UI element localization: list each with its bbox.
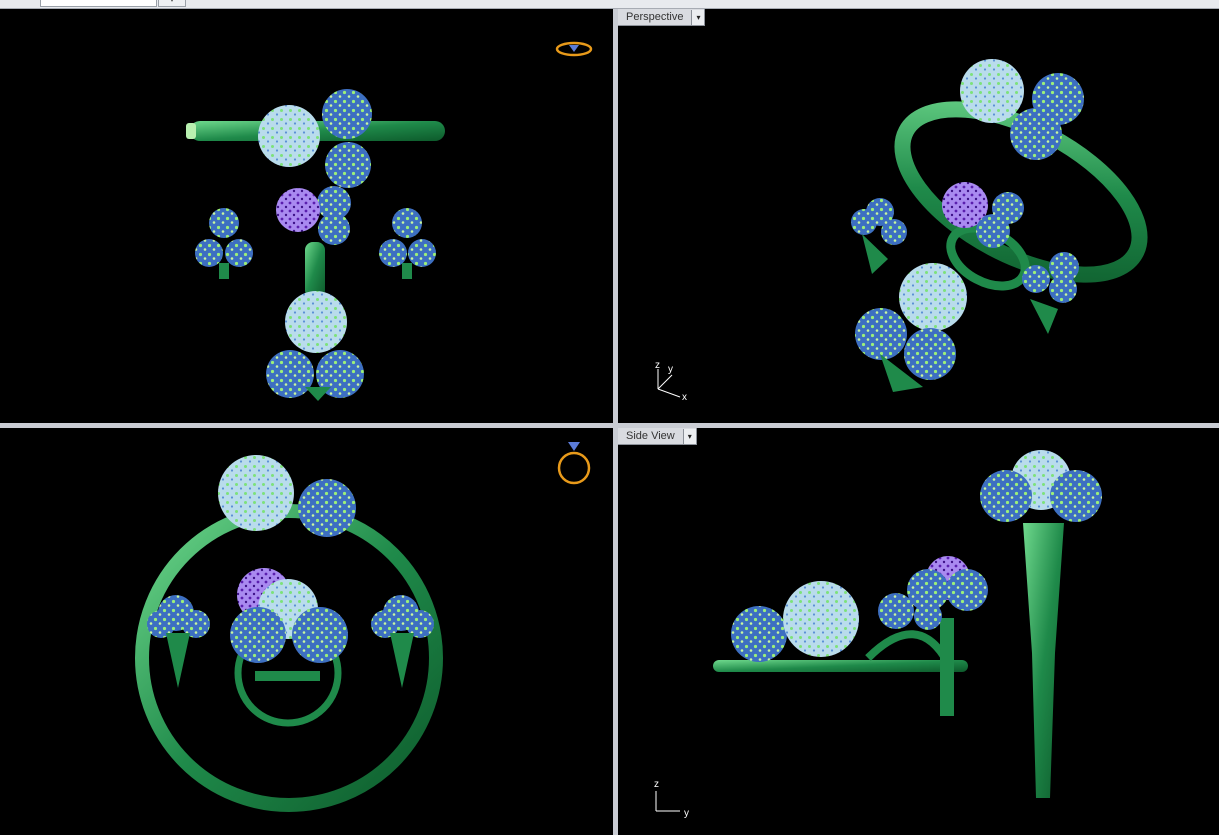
axis-indicator: z y [654,779,689,819]
axis-indicator: z y x [655,360,687,403]
top-view-model [186,89,445,401]
ring-navigation-icon[interactable] [553,37,595,63]
axis-label-y: y [684,808,689,819]
side-view-model [713,450,1102,798]
axis-label-z: z [655,360,660,371]
viewport-perspective[interactable]: Perspective ▾ z y x [618,9,1219,423]
document-tab-strip: ▾ [0,0,1219,9]
viewport-title: Perspective [626,11,684,23]
axis-label-y: y [668,364,673,375]
perspective-view-model [851,59,1148,392]
front-view-model [135,455,443,812]
viewport-side[interactable]: Side View ▾ z y [618,428,1219,835]
viewport-side-label[interactable]: Side View ▾ [618,428,697,445]
axis-label-z: z [654,779,659,790]
ring-navigation-icon[interactable] [553,436,595,488]
viewport-dropdown-icon[interactable]: ▾ [691,9,705,25]
tab-menu-button[interactable]: ▾ [158,0,186,7]
viewport-title: Side View [626,430,675,442]
document-tab[interactable] [40,0,157,7]
viewport-top[interactable] [0,9,613,423]
viewport-front[interactable] [0,428,613,835]
viewport-dropdown-icon[interactable]: ▾ [682,428,696,444]
axis-label-x: x [682,392,687,403]
viewport-perspective-label[interactable]: Perspective ▾ [618,9,706,26]
